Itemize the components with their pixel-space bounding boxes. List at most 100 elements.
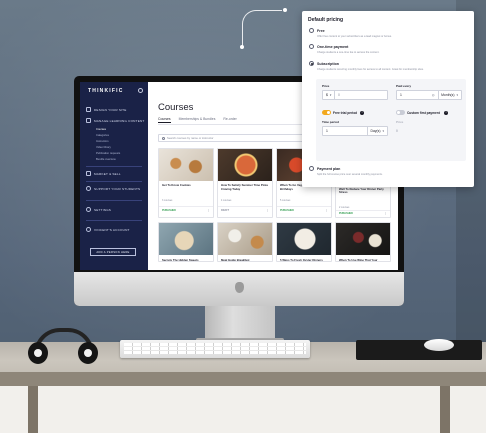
course-card[interactable]: Meal Guide Breakfast xyxy=(217,222,273,262)
course-meta: 5 courses xyxy=(280,199,291,202)
option-payment-plan[interactable]: Payment plan xyxy=(309,166,340,171)
radio-one-time[interactable] xyxy=(309,44,314,49)
headphones xyxy=(28,326,100,366)
monitor-icon xyxy=(86,107,91,112)
course-meta: 4 courses xyxy=(221,199,232,202)
course-card[interactable]: Secrets The Hidden Sweets xyxy=(158,222,214,262)
subscription-settings: Price $ ▾ 0 Paid every 1 ◎ Month(s) ▾ Fr… xyxy=(316,79,466,161)
monitor-stand xyxy=(205,306,275,342)
sidebar-item-account[interactable]: VINCENT'S ACCOUNT xyxy=(86,226,130,233)
currency-select[interactable]: $ xyxy=(326,93,328,97)
panel-title: Default pricing xyxy=(308,17,344,23)
free-trial-label: Free trial period xyxy=(333,110,358,115)
sidebar-sub-courses[interactable]: Courses xyxy=(96,128,106,131)
time-period-field[interactable]: 1 Day(s) ▾ xyxy=(322,126,388,136)
key-row xyxy=(124,343,306,346)
option-label: One-time payment xyxy=(317,44,349,49)
radio-free[interactable] xyxy=(309,28,314,33)
chevron-down-icon: ▾ xyxy=(329,93,332,97)
info-icon[interactable]: i xyxy=(444,110,448,115)
callout-dot-end xyxy=(283,8,287,12)
sidebar-item-market[interactable]: MARKET & SELL xyxy=(86,170,121,177)
price-label: Price xyxy=(322,84,330,88)
status-badge: PUBLISHED xyxy=(162,209,176,212)
course-title: When To Use Wine That Your xyxy=(339,258,378,262)
sidebar-item-label: MANAGE LEARNING CONTENT xyxy=(94,118,145,123)
desk-edge xyxy=(0,372,486,386)
free-trial-toggle[interactable] xyxy=(322,110,331,115)
sidebar-item-design[interactable]: DESIGN YOUR SITE xyxy=(86,106,127,113)
radio-payment-plan[interactable] xyxy=(309,166,314,171)
option-label: Free xyxy=(317,28,325,33)
pricing-panel: Default pricing Free Offer free content … xyxy=(302,11,474,187)
more-icon[interactable]: ⋮ xyxy=(266,208,269,212)
price-field[interactable]: $ ▾ 0 xyxy=(322,90,388,100)
interval-select[interactable]: Month(s) xyxy=(441,93,454,97)
card-divider xyxy=(218,206,272,207)
more-icon[interactable]: ⋮ xyxy=(325,208,328,212)
sidebar-item-learning[interactable]: MANAGE LEARNING CONTENT xyxy=(86,117,145,124)
course-card[interactable]: 5 Ways To Fresh Oyster Dinners xyxy=(276,222,332,262)
sidebar-item-label: SETTINGS xyxy=(94,207,112,212)
time-period-unit[interactable]: Day(s) xyxy=(371,129,381,133)
course-card[interactable]: When To Use Wine That Your xyxy=(335,222,391,262)
course-meta: 2 courses xyxy=(339,206,350,209)
course-image xyxy=(336,223,390,255)
course-card[interactable]: How To Satisfy Summer Time Pizza Craving… xyxy=(217,148,273,218)
sidebar-divider xyxy=(86,166,142,167)
tab-courses[interactable]: Courses xyxy=(158,117,171,123)
stepper-icon[interactable]: ◎ xyxy=(432,93,435,97)
chevron-down-icon: ▾ xyxy=(382,129,384,133)
course-image xyxy=(277,223,331,255)
course-title: How To Satisfy Summer Time Pizza Craving… xyxy=(221,183,268,191)
sidebar-sub-video[interactable]: Video library xyxy=(96,146,111,149)
time-period-label: Time period xyxy=(322,120,339,124)
course-image xyxy=(159,223,213,255)
floor xyxy=(0,386,486,433)
status-badge: DRAFT xyxy=(221,209,230,212)
custom-first-payment-label: Custom first payment xyxy=(407,110,440,115)
option-free[interactable]: Free xyxy=(309,28,325,33)
status-badge: PUBLISHED xyxy=(339,212,353,215)
gear-icon xyxy=(86,207,91,212)
tab-memberships[interactable]: Memberships & Bundles xyxy=(179,117,216,123)
custom-first-payment-toggle[interactable] xyxy=(396,110,405,115)
sidebar-item-label: MARKET & SELL xyxy=(94,171,121,176)
more-icon[interactable]: ⋮ xyxy=(384,211,387,215)
mousepad xyxy=(356,340,482,360)
sidebar-item-settings[interactable]: SETTINGS xyxy=(86,206,111,213)
search-icon[interactable] xyxy=(138,88,143,93)
course-meta: 3 courses xyxy=(162,199,173,202)
desk-leg xyxy=(440,386,450,433)
more-icon[interactable]: ⋮ xyxy=(207,208,210,212)
cart-icon xyxy=(86,171,91,176)
sidebar-divider xyxy=(86,220,142,221)
field-separator xyxy=(334,90,335,100)
sidebar-item-label: VINCENT'S ACCOUNT xyxy=(94,227,130,232)
card-divider xyxy=(336,210,390,211)
option-one-time[interactable]: One-time payment xyxy=(309,44,348,49)
callout-dot xyxy=(240,45,244,49)
add-person-button[interactable]: ADD A PERSON HERE xyxy=(90,248,136,256)
sidebar-sub-categories[interactable]: Categories xyxy=(96,134,109,137)
sidebar-item-support[interactable]: SUPPORT YOUR STUDENTS xyxy=(86,185,140,192)
course-title: 5 Ways To Fresh Oyster Dinners xyxy=(280,258,323,262)
price2-value: 0 xyxy=(396,129,398,133)
sidebar-sub-instructors[interactable]: Instructors xyxy=(96,140,109,143)
course-card[interactable]: Get To Know Cookies 3 courses PUBLISHED … xyxy=(158,148,214,218)
sidebar-sub-bundle[interactable]: Bundle overview xyxy=(96,158,116,161)
radio-subscription[interactable] xyxy=(309,61,314,66)
tab-bar: Courses Memberships & Bundles Re-order xyxy=(158,117,237,123)
sidebar-sub-publication[interactable]: Publication requests xyxy=(96,152,120,155)
time-period-value: 1 xyxy=(326,129,328,133)
paid-every-field[interactable]: 1 ◎ Month(s) ▾ xyxy=(396,90,462,100)
option-subscription[interactable]: Subscription xyxy=(309,61,339,66)
mouse xyxy=(424,339,454,351)
option-description: Charge students recurring monthly fees f… xyxy=(317,68,424,71)
desk-leg xyxy=(28,386,38,433)
sidebar-item-label: SUPPORT YOUR STUDENTS xyxy=(94,186,141,191)
tab-reorder[interactable]: Re-order xyxy=(223,117,236,123)
brand-logo: THINKIFIC xyxy=(88,88,124,94)
option-description: Charge students a one-time fee to access… xyxy=(317,51,380,54)
info-icon[interactable]: i xyxy=(360,110,364,115)
